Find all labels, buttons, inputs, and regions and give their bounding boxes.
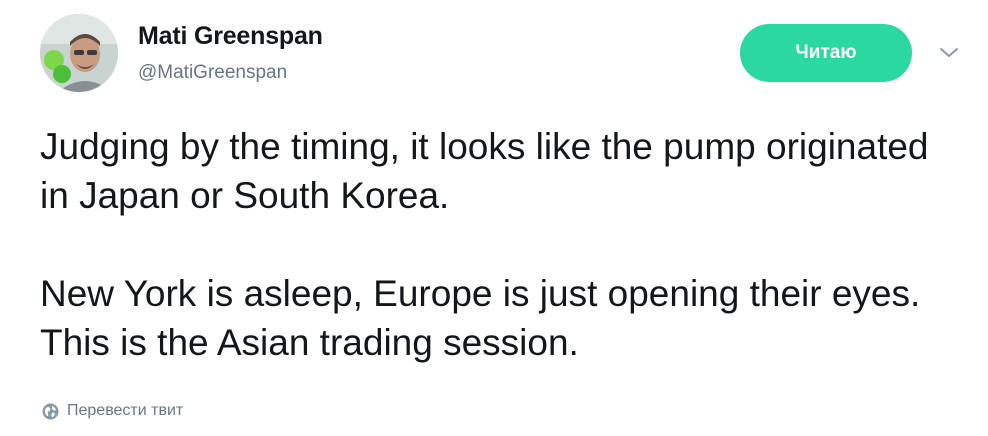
tweet-paragraph: New York is asleep, Europe is just openi… xyxy=(40,273,921,363)
avatar-photo xyxy=(40,14,118,92)
author-name[interactable]: Mati Greenspan xyxy=(138,22,323,51)
following-button-label: Читаю xyxy=(795,42,857,63)
tweet-card: Mati Greenspan @MatiGreenspan Читаю Judg… xyxy=(0,0,988,436)
translate-tweet-label: Перевести твит xyxy=(67,402,184,419)
tweet-text: Judging by the timing, it looks like the… xyxy=(40,122,960,367)
avatar[interactable] xyxy=(40,14,118,92)
author-handle[interactable]: @MatiGreenspan xyxy=(138,62,287,84)
tweet-paragraph: Judging by the timing, it looks like the… xyxy=(40,126,929,216)
following-button[interactable]: Читаю xyxy=(740,24,912,82)
chevron-down-icon xyxy=(940,48,958,57)
translate-tweet-link[interactable]: Перевести твит xyxy=(42,402,183,420)
globe-icon xyxy=(42,403,59,419)
tweet-menu-button[interactable] xyxy=(936,44,962,62)
